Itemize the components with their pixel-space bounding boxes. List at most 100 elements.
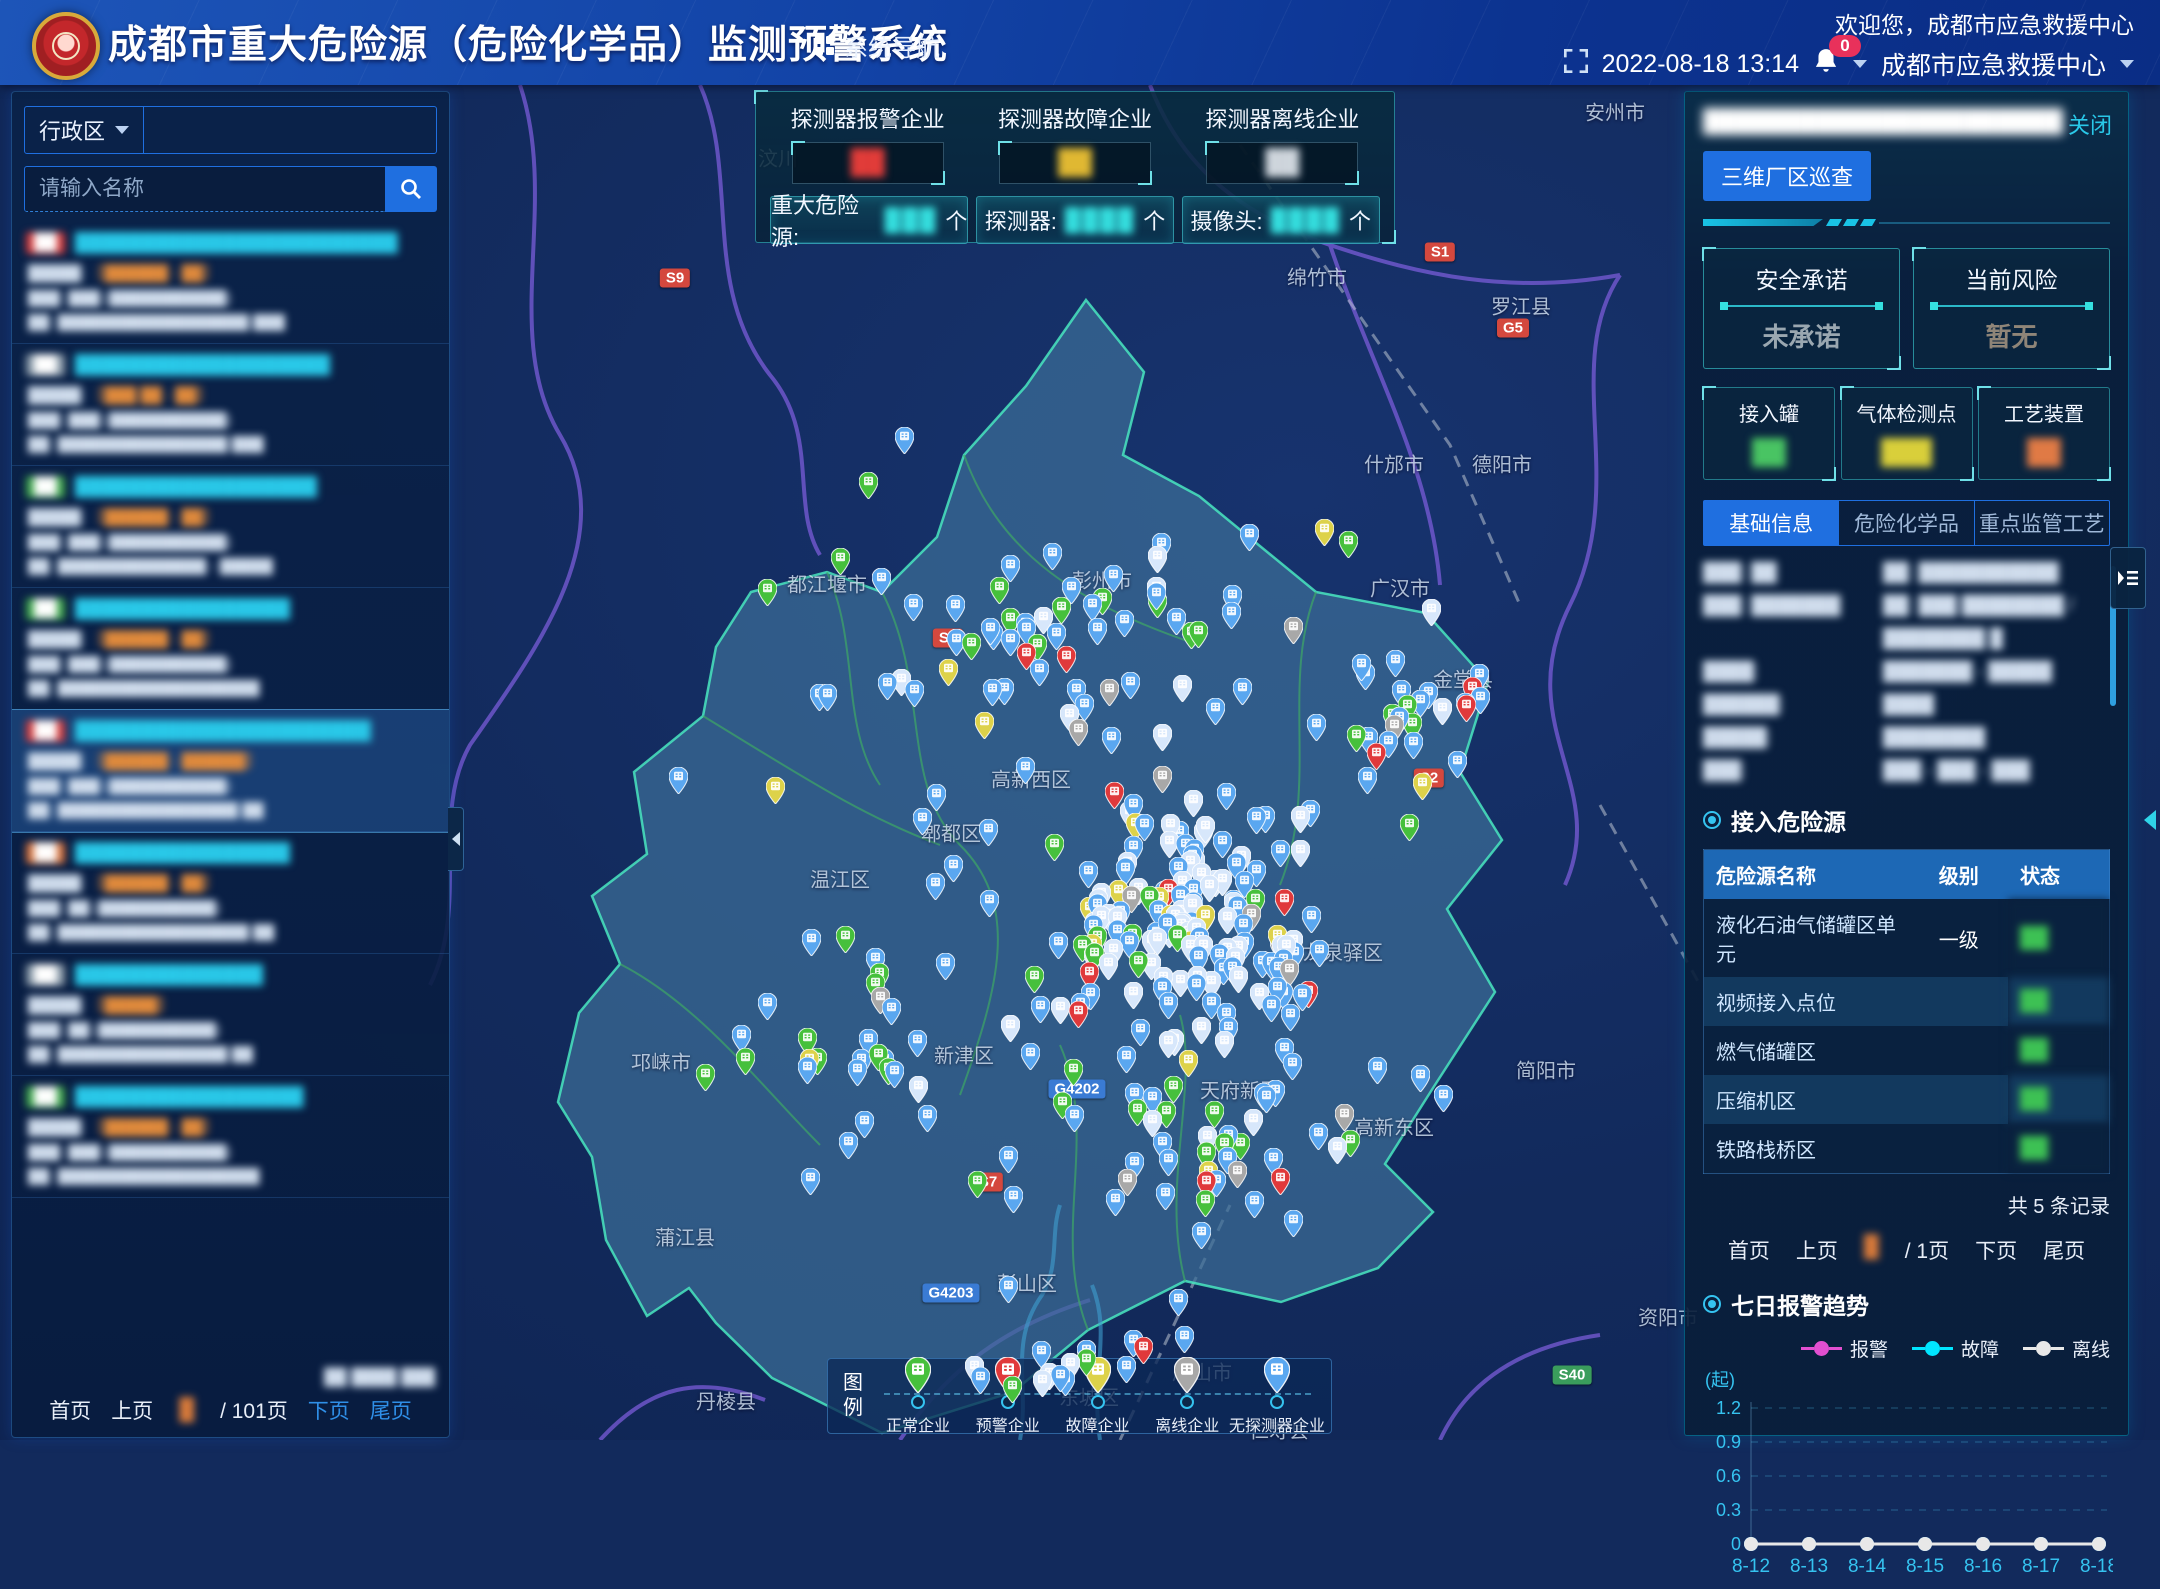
map-marker[interactable] bbox=[696, 1064, 715, 1091]
enterprise-list-item[interactable]: ███████████████████████: 【██████ - ██】██… bbox=[12, 588, 449, 710]
map-marker[interactable] bbox=[1244, 1109, 1263, 1136]
map-marker[interactable] bbox=[999, 1276, 1018, 1303]
map-marker[interactable] bbox=[913, 808, 932, 835]
map-marker[interactable] bbox=[927, 784, 946, 811]
search-button[interactable] bbox=[385, 166, 437, 212]
map-marker[interactable] bbox=[1315, 519, 1334, 546]
map-marker[interactable] bbox=[818, 684, 837, 711]
map-marker[interactable] bbox=[839, 1132, 858, 1159]
table-row[interactable]: 视频接入点位██ bbox=[1704, 977, 2110, 1026]
map-marker[interactable] bbox=[1179, 1050, 1198, 1077]
map-marker[interactable] bbox=[962, 633, 981, 660]
map-marker[interactable] bbox=[926, 873, 945, 900]
map-marker[interactable] bbox=[905, 680, 924, 707]
map-marker[interactable] bbox=[1184, 790, 1203, 817]
map-marker[interactable] bbox=[1310, 940, 1329, 967]
map-marker[interactable] bbox=[980, 890, 999, 917]
map-marker[interactable] bbox=[1069, 1001, 1088, 1028]
map-marker[interactable] bbox=[1275, 889, 1294, 916]
map-marker[interactable] bbox=[801, 1168, 820, 1195]
map-marker[interactable] bbox=[1033, 1370, 1052, 1397]
map-marker[interactable] bbox=[1192, 1222, 1211, 1249]
table-row[interactable]: 铁路栈桥区██ bbox=[1704, 1124, 2110, 1174]
map-marker[interactable] bbox=[1347, 725, 1366, 752]
map-marker[interactable] bbox=[1422, 599, 1441, 626]
fullscreen-icon[interactable] bbox=[1564, 49, 1588, 80]
map-marker[interactable] bbox=[1148, 928, 1167, 955]
map-marker[interactable] bbox=[872, 568, 891, 595]
map-marker[interactable] bbox=[1001, 1015, 1020, 1042]
map-marker[interactable] bbox=[1339, 531, 1358, 558]
map-marker[interactable] bbox=[1206, 698, 1225, 725]
map-marker[interactable] bbox=[1352, 654, 1371, 681]
map-marker[interactable] bbox=[836, 926, 855, 953]
map-marker[interactable] bbox=[1215, 1031, 1234, 1058]
map-marker[interactable] bbox=[1169, 1289, 1188, 1316]
tab-2[interactable]: 危险化学品 bbox=[1839, 501, 1974, 545]
map-marker[interactable] bbox=[1302, 906, 1321, 933]
system-nav-button[interactable]: 系统导航 bbox=[815, 28, 940, 63]
page-current[interactable]: █ bbox=[173, 1398, 200, 1422]
map-marker[interactable] bbox=[1262, 995, 1281, 1022]
table-page-first[interactable]: 首页 bbox=[1728, 1235, 1770, 1265]
map-marker[interactable] bbox=[1083, 594, 1102, 621]
map-marker[interactable] bbox=[885, 1061, 904, 1088]
map-marker[interactable] bbox=[1045, 834, 1064, 861]
map-marker[interactable] bbox=[1284, 1210, 1303, 1237]
enterprise-list-item[interactable]: ███████████████████████: 【██████ - ██】██… bbox=[12, 832, 449, 954]
map-marker[interactable] bbox=[1016, 757, 1035, 784]
map-marker[interactable] bbox=[1065, 1105, 1084, 1132]
map-marker[interactable] bbox=[1025, 966, 1044, 993]
map-marker[interactable] bbox=[1192, 1017, 1211, 1044]
map-marker[interactable] bbox=[1106, 1189, 1125, 1216]
map-marker[interactable] bbox=[1309, 1123, 1328, 1150]
map-marker[interactable] bbox=[1240, 524, 1259, 551]
map-marker[interactable] bbox=[1052, 597, 1071, 624]
map-marker[interactable] bbox=[1247, 807, 1266, 834]
map-marker[interactable] bbox=[1043, 543, 1062, 570]
map-marker[interactable] bbox=[1283, 1053, 1302, 1080]
page-first[interactable]: 首页 bbox=[49, 1395, 91, 1425]
enterprise-list-item[interactable]: ████████████████████████: 【██████ - ██】█… bbox=[12, 1076, 449, 1198]
map-marker[interactable] bbox=[1189, 621, 1208, 648]
table-row[interactable]: 液化石油气储罐区单元一级██ bbox=[1704, 899, 2110, 977]
map-marker[interactable] bbox=[918, 1105, 937, 1132]
map-marker[interactable] bbox=[1281, 1004, 1300, 1031]
map-marker[interactable] bbox=[1030, 659, 1049, 686]
map-marker[interactable] bbox=[1159, 1149, 1178, 1176]
search-input[interactable] bbox=[24, 166, 385, 212]
map-marker[interactable] bbox=[909, 1076, 928, 1103]
map-marker[interactable] bbox=[1284, 617, 1303, 644]
map-marker[interactable] bbox=[1159, 992, 1178, 1019]
map-marker[interactable] bbox=[1434, 1085, 1453, 1112]
map-marker[interactable] bbox=[1153, 724, 1172, 751]
map-marker[interactable] bbox=[766, 777, 785, 804]
map-marker[interactable] bbox=[1159, 1031, 1178, 1058]
3d-plant-tour-button[interactable]: 三维厂区巡查 bbox=[1703, 151, 1871, 201]
map-marker[interactable] bbox=[1358, 767, 1377, 794]
map-marker[interactable] bbox=[1335, 1104, 1354, 1131]
enterprise-list-item[interactable]: ███████████████████████████████: 【██████… bbox=[12, 222, 449, 344]
map-marker[interactable] bbox=[971, 1367, 990, 1394]
map-marker[interactable] bbox=[1222, 602, 1241, 629]
map-marker[interactable] bbox=[1115, 610, 1134, 637]
bell-caret-icon[interactable] bbox=[1853, 60, 1867, 68]
map-marker[interactable] bbox=[1100, 679, 1119, 706]
map-marker[interactable] bbox=[1229, 966, 1248, 993]
map-marker[interactable] bbox=[1134, 1337, 1153, 1364]
map-marker[interactable] bbox=[758, 579, 777, 606]
map-marker[interactable] bbox=[975, 712, 994, 739]
map-marker[interactable] bbox=[946, 595, 965, 622]
map-marker[interactable] bbox=[882, 998, 901, 1025]
map-marker[interactable] bbox=[1175, 1326, 1194, 1353]
map-marker[interactable] bbox=[1448, 751, 1467, 778]
map-marker[interactable] bbox=[1088, 618, 1107, 645]
map-marker[interactable] bbox=[895, 427, 914, 454]
map-marker[interactable] bbox=[736, 1048, 755, 1075]
enterprise-list-item[interactable]: █████████████████████: 【█████】███: ██ (█… bbox=[12, 954, 449, 1076]
map-marker[interactable] bbox=[1411, 1065, 1430, 1092]
map-marker[interactable] bbox=[1200, 875, 1219, 902]
region-value-field[interactable] bbox=[144, 107, 436, 153]
map-marker[interactable] bbox=[878, 673, 897, 700]
map-marker[interactable] bbox=[1404, 732, 1423, 759]
